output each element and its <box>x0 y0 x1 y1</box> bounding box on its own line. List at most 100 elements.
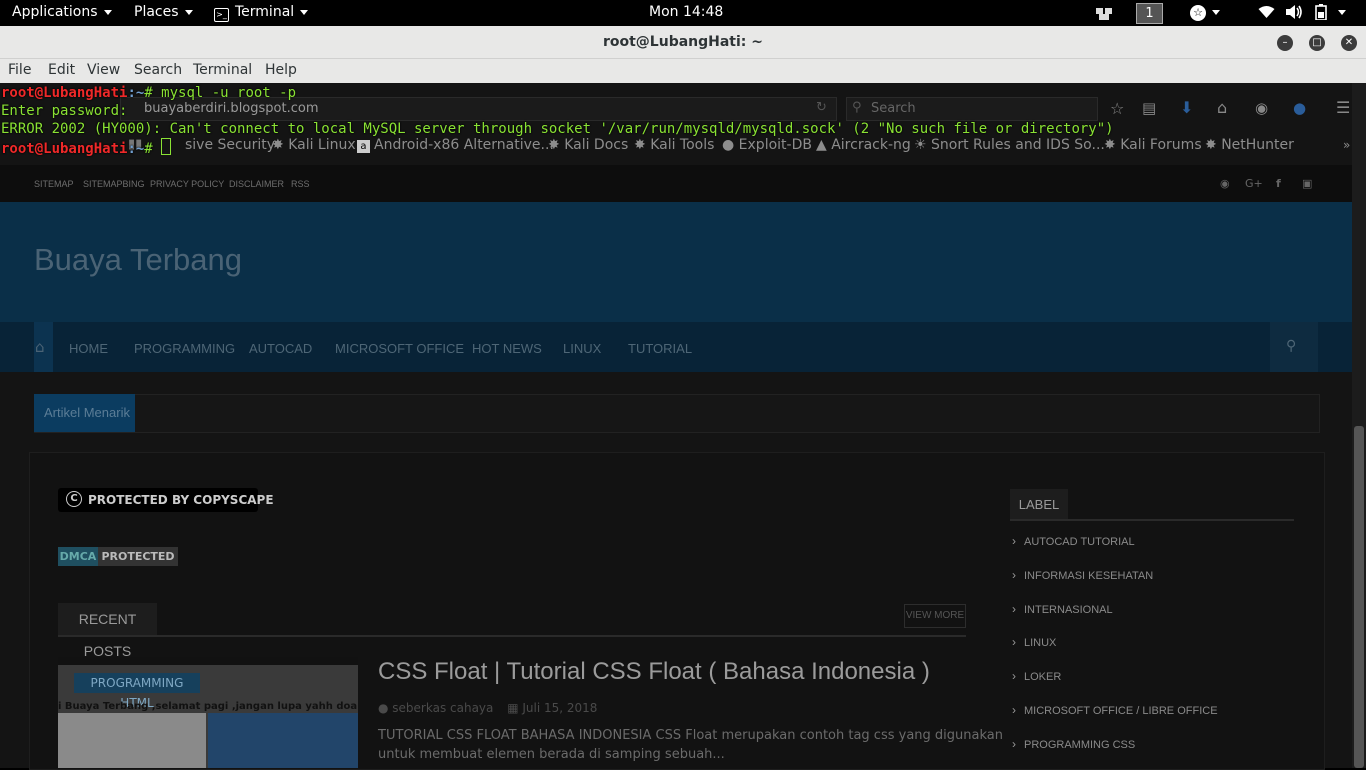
menu-help[interactable]: Help <box>265 62 297 78</box>
chevron-down-icon <box>184 9 193 15</box>
nav-hot-news: HOT NEWS <box>472 341 542 356</box>
minimize-button[interactable]: – <box>1277 35 1293 51</box>
applications-menu[interactable]: Applications <box>12 4 112 20</box>
terminal-icon: >_ <box>214 8 229 22</box>
chevron-down-icon <box>300 9 309 15</box>
menu-search[interactable]: Search <box>134 62 182 78</box>
menu-edit[interactable]: Edit <box>48 62 75 78</box>
terminal-label: Terminal <box>235 4 295 20</box>
label-item: › LINUX <box>1012 635 1056 649</box>
applications-label: Applications <box>12 4 98 20</box>
thumbnail-text: i Buaya Terbang ,selamat pagi ,jangan lu… <box>58 701 358 712</box>
post-tag: PROGRAMMING HTML <box>74 673 200 710</box>
prompt-path: :~ <box>127 141 145 157</box>
label-heading: LABEL <box>1010 489 1068 520</box>
clock[interactable]: Mon 14:48 <box>649 4 723 20</box>
terminal-menubar: File Edit View Search Terminal Help <box>0 59 1366 84</box>
chevron-right-icon: › <box>1012 568 1016 582</box>
post-thumbnail: PROGRAMMING HTML i Buaya Terbang ,selama… <box>58 657 358 768</box>
label-item-text: LINUX <box>1024 637 1057 649</box>
recent-posts-label: RECENT POSTS <box>58 603 157 659</box>
chevron-right-icon: › <box>1012 703 1016 717</box>
copyscape-label: PROTECTED BY COPYSCAPE <box>88 493 274 507</box>
user-icon: ● <box>378 701 393 715</box>
workspace-switcher-icon[interactable] <box>1096 6 1112 24</box>
dmca-badge: DMCA PROTECTED <box>58 547 178 566</box>
view-more-button: VIEW MORE <box>904 604 966 628</box>
menu-terminal[interactable]: Terminal <box>193 62 252 78</box>
terminal-line-1: root@LubangHati:~# mysql -u root -p <box>1 84 296 102</box>
workspace-indicator[interactable]: 1 <box>1136 3 1163 24</box>
post-excerpt-line1: TUTORIAL CSS FLOAT BAHASA INDONESIA CSS … <box>378 728 1003 743</box>
battery-icon[interactable] <box>1314 4 1330 24</box>
post-excerpt-line2: untuk membuat elemen berada di samping s… <box>378 747 725 762</box>
chevron-right-icon: › <box>1012 602 1016 616</box>
terminal-line-4: root@LubangHati:~# <box>1 138 172 158</box>
nav-linux: LINUX <box>563 341 602 356</box>
label-item-text: INFORMASI KESEHATAN <box>1024 570 1154 582</box>
minimize-icon: – <box>1282 37 1288 48</box>
menu-file[interactable]: File <box>8 62 31 78</box>
label-item: › INFORMASI KESEHATAN <box>1012 568 1153 582</box>
calendar-icon: ▦ <box>507 701 523 715</box>
terminal-line-3: ERROR 2002 (HY000): Can't connect to loc… <box>1 120 1114 138</box>
nav-home: HOME <box>69 341 108 356</box>
terminal-output[interactable]: root@LubangHati:~# mysql -u root -p Ente… <box>0 83 1352 183</box>
chevron-right-icon: › <box>1012 534 1016 548</box>
search-icon: ⚲ <box>1286 338 1297 354</box>
site-title: Buaya Terbang <box>34 242 242 277</box>
scrollbar-thumb[interactable] <box>1354 426 1364 768</box>
post-meta: ● seberkas cahaya ▦ Juli 15, 2018 <box>378 701 597 715</box>
artikel-menarik-bar <box>34 394 1320 433</box>
prompt-symbol: # <box>144 85 162 101</box>
nav-autocad: AUTOCAD <box>249 341 313 356</box>
home-icon: ⌂ <box>35 338 45 356</box>
prompt-user: root@LubangHati <box>1 141 128 157</box>
label-item: › AUTOCAD TUTORIAL <box>1012 534 1135 548</box>
maximize-button[interactable]: □ <box>1309 35 1325 51</box>
volume-icon[interactable] <box>1286 5 1304 23</box>
artikel-menarik-label: Artikel Menarik <box>44 405 130 420</box>
top-panel: Applications Places >_ Terminal Mon 14:48… <box>0 0 1366 26</box>
post-title: CSS Float | Tutorial CSS Float ( Bahasa … <box>378 658 930 685</box>
thumbnail-top-strip <box>58 657 358 665</box>
terminal-app-menu[interactable]: >_ Terminal <box>214 4 309 22</box>
chevron-right-icon: › <box>1012 737 1016 751</box>
nav-tutorial: TUTORIAL <box>628 341 693 356</box>
chevron-down-icon <box>103 9 112 15</box>
label-item-text: INTERNASIONAL <box>1024 604 1113 616</box>
post-author: seberkas cahaya <box>392 701 494 715</box>
copyscape-badge: C PROTECTED BY COPYSCAPE <box>58 488 274 512</box>
menu-view[interactable]: View <box>87 62 120 78</box>
nav-microsoft-office: MICROSOFT OFFICE <box>335 341 465 356</box>
power-menu-icon <box>1338 9 1346 15</box>
accessibility-menu[interactable]: ☆ <box>1190 4 1220 21</box>
dmca-protected-label: PROTECTED <box>101 550 175 563</box>
window-title: root@LubangHati: ~ <box>602 34 764 50</box>
places-menu[interactable]: Places <box>134 4 193 20</box>
terminal-line-2: Enter password: <box>1 102 136 120</box>
label-item: › MICROSOFT OFFICE / LIBRE OFFICE <box>1012 703 1218 717</box>
prompt-symbol: # <box>144 141 162 157</box>
recent-posts-header <box>58 603 966 637</box>
maximize-icon: □ <box>1312 37 1322 48</box>
chevron-down-icon <box>1212 9 1220 15</box>
chevron-right-icon: › <box>1012 669 1016 683</box>
close-button[interactable]: ✕ <box>1341 35 1357 51</box>
power-menu[interactable] <box>1332 4 1346 20</box>
command-text: mysql -u root -p <box>161 85 297 101</box>
label-item: › LOKER <box>1012 669 1061 683</box>
nav-programming: PROGRAMMING <box>134 341 236 356</box>
prompt-path: :~ <box>127 85 145 101</box>
prompt-user: root@LubangHati <box>1 85 128 101</box>
label-divider <box>1010 519 1294 521</box>
accessibility-icon: ☆ <box>1190 5 1206 21</box>
label-item-text: MICROSOFT OFFICE / LIBRE OFFICE <box>1024 705 1218 717</box>
copyright-icon: C <box>66 491 82 507</box>
window-titlebar[interactable]: root@LubangHati: ~ – □ ✕ <box>0 26 1366 59</box>
wifi-icon[interactable] <box>1258 5 1275 23</box>
label-item-text: PROGRAMMING CSS <box>1024 739 1136 751</box>
places-label: Places <box>134 4 179 20</box>
close-icon: ✕ <box>1344 37 1354 48</box>
chevron-right-icon: › <box>1012 635 1016 649</box>
